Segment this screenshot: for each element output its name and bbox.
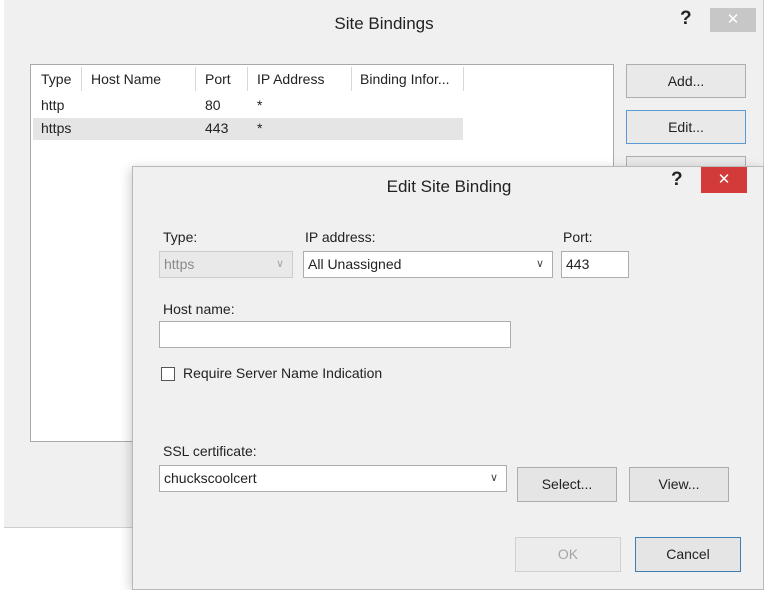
column-separator[interactable] — [195, 67, 196, 91]
close-button[interactable]: ✕ — [710, 8, 756, 32]
column-separator[interactable] — [463, 67, 464, 91]
background-window-fragment — [4, 0, 194, 6]
chevron-down-icon: ∨ — [489, 472, 498, 484]
ssl-certificate-label: SSL certificate: — [163, 443, 257, 459]
host-name-label: Host name: — [163, 301, 235, 317]
view-certificate-button[interactable]: View... — [629, 467, 729, 502]
edit-site-binding-dialog: Edit Site Binding ? ✕ Type: https ∨ IP a… — [132, 166, 764, 590]
ok-button[interactable]: OK — [515, 537, 621, 572]
ip-address-select[interactable]: All Unassigned ∨ — [303, 251, 553, 278]
table-row[interactable]: https 443 * — [33, 118, 463, 140]
add-button[interactable]: Add... — [626, 64, 746, 98]
sni-label[interactable]: Require Server Name Indication — [183, 365, 382, 381]
cell-ip-address: * — [257, 97, 263, 113]
ip-address-label: IP address: — [305, 229, 376, 245]
port-input[interactable]: 443 — [561, 251, 629, 278]
ssl-certificate-select[interactable]: chuckscoolcert ∨ — [159, 465, 507, 492]
table-row[interactable]: http 80 * — [33, 95, 463, 117]
column-header-port[interactable]: Port — [205, 71, 231, 87]
cell-type: http — [41, 97, 65, 113]
column-header-host-name[interactable]: Host Name — [91, 71, 161, 87]
help-button[interactable]: ? — [671, 169, 683, 191]
column-header-type[interactable]: Type — [41, 71, 71, 87]
ip-address-value: All Unassigned — [308, 256, 402, 272]
type-label: Type: — [163, 229, 198, 245]
site-bindings-title: Site Bindings — [334, 14, 434, 33]
type-select: https ∨ — [159, 251, 293, 278]
help-button[interactable]: ? — [680, 8, 692, 30]
chevron-down-icon: ∨ — [535, 258, 544, 270]
cell-port: 80 — [205, 97, 221, 113]
close-icon: ✕ — [717, 171, 731, 188]
column-separator[interactable] — [351, 67, 352, 91]
chevron-down-icon: ∨ — [275, 258, 284, 270]
edit-site-binding-title: Edit Site Binding — [386, 177, 512, 196]
cell-port: 443 — [205, 120, 229, 136]
cell-type: https — [41, 120, 72, 136]
host-name-input[interactable] — [159, 321, 511, 348]
column-separator[interactable] — [81, 67, 82, 91]
column-header-ip-address[interactable]: IP Address — [257, 71, 324, 87]
column-separator[interactable] — [247, 67, 248, 91]
sni-checkbox[interactable] — [161, 367, 175, 381]
close-button[interactable]: ✕ — [701, 167, 747, 193]
edit-button[interactable]: Edit... — [626, 110, 746, 144]
ssl-certificate-value: chuckscoolcert — [164, 470, 257, 486]
cell-ip-address: * — [257, 120, 263, 136]
column-header-binding-info[interactable]: Binding Infor... — [360, 71, 450, 87]
port-label: Port: — [563, 229, 593, 245]
close-icon: ✕ — [726, 11, 740, 28]
cancel-button[interactable]: Cancel — [635, 537, 741, 572]
select-certificate-button[interactable]: Select... — [517, 467, 617, 502]
type-value: https — [164, 256, 195, 272]
